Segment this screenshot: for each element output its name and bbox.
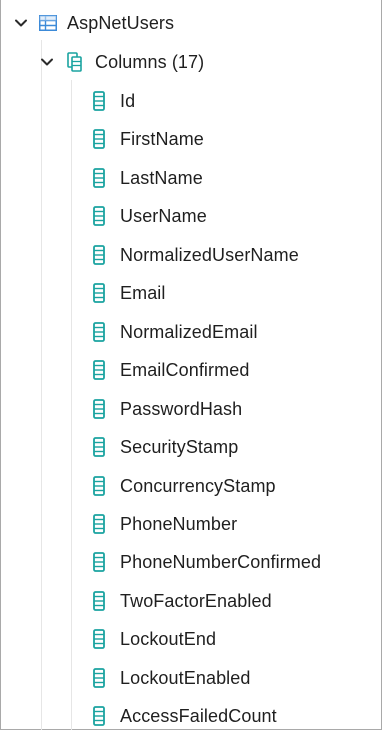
tree-node-column[interactable]: UserName bbox=[93, 198, 207, 234]
column-name: FirstName bbox=[120, 129, 204, 150]
column-name: NormalizedEmail bbox=[120, 321, 258, 342]
tree-node-column[interactable]: TwoFactorEnabled bbox=[93, 583, 272, 619]
columns-folder-icon bbox=[67, 52, 83, 72]
column-name: LastName bbox=[120, 167, 203, 188]
table-name: AspNetUsers bbox=[67, 13, 175, 33]
tree-guide-line bbox=[71, 80, 72, 730]
column-name: EmailConfirmed bbox=[120, 360, 250, 381]
column-icon bbox=[93, 552, 105, 573]
column-icon bbox=[93, 360, 105, 381]
column-name: UserName bbox=[120, 206, 207, 227]
column-icon bbox=[93, 321, 105, 342]
column-icon bbox=[93, 206, 105, 227]
column-icon bbox=[93, 437, 105, 457]
tree-node-column[interactable]: Email bbox=[93, 275, 166, 311]
column-icon bbox=[93, 475, 105, 496]
column-name: PhoneNumberConfirmed bbox=[120, 552, 322, 573]
column-icon bbox=[93, 590, 105, 611]
tree-node-table[interactable]: AspNetUsers bbox=[13, 5, 174, 41]
chevron-down-icon[interactable] bbox=[13, 15, 29, 31]
chevron-down-icon[interactable] bbox=[39, 54, 55, 70]
column-icon bbox=[93, 667, 105, 688]
column-name: SecurityStamp bbox=[120, 437, 239, 458]
column-icon bbox=[93, 514, 105, 534]
column-icon bbox=[93, 706, 105, 727]
column-icon bbox=[93, 629, 105, 650]
tree-node-column[interactable]: EmailConfirmed bbox=[93, 352, 249, 388]
column-name: Email bbox=[120, 283, 166, 304]
column-name: TwoFactorEnabled bbox=[120, 590, 272, 611]
tree-node-column[interactable]: NormalizedUserName bbox=[93, 237, 299, 273]
column-icon bbox=[93, 283, 105, 304]
tree-node-column[interactable]: PhoneNumber bbox=[93, 506, 237, 542]
tree-node-column[interactable]: LockoutEnabled bbox=[93, 660, 251, 696]
tree-node-column[interactable]: ConcurrencyStamp bbox=[93, 468, 276, 504]
columns-folder-label: Columns (17) bbox=[95, 52, 205, 72]
object-explorer-panel: AspNetUsers Columns (17) Id FirstName La… bbox=[0, 0, 382, 730]
table-icon bbox=[39, 15, 57, 31]
column-name: LockoutEnabled bbox=[120, 667, 251, 688]
column-name: AccessFailedCount bbox=[120, 706, 277, 727]
column-icon bbox=[93, 129, 105, 150]
column-icon bbox=[93, 167, 105, 188]
column-name: NormalizedUserName bbox=[120, 244, 299, 265]
column-name: ConcurrencyStamp bbox=[120, 475, 276, 496]
tree-node-column[interactable]: SecurityStamp bbox=[93, 429, 238, 465]
tree-node-column[interactable]: LastName bbox=[93, 160, 203, 196]
tree-node-column[interactable]: Id bbox=[93, 83, 135, 119]
tree-guide-line bbox=[41, 40, 42, 730]
tree-node-column[interactable]: LockoutEnd bbox=[93, 621, 216, 657]
tree-node-column[interactable]: PasswordHash bbox=[93, 391, 242, 427]
column-name: LockoutEnd bbox=[120, 629, 217, 650]
column-icon bbox=[93, 398, 105, 419]
tree-node-column[interactable]: AccessFailedCount bbox=[93, 698, 277, 734]
tree-node-column[interactable]: PhoneNumberConfirmed bbox=[93, 544, 321, 580]
tree-node-column[interactable]: NormalizedEmail bbox=[93, 314, 258, 350]
column-icon bbox=[93, 244, 105, 265]
column-name: Id bbox=[120, 91, 136, 111]
column-name: PhoneNumber bbox=[120, 513, 238, 534]
column-icon bbox=[93, 91, 105, 111]
tree-node-columns-folder[interactable]: Columns (17) bbox=[39, 44, 204, 80]
column-name: PasswordHash bbox=[120, 398, 243, 419]
tree-node-column[interactable]: FirstName bbox=[93, 121, 204, 157]
